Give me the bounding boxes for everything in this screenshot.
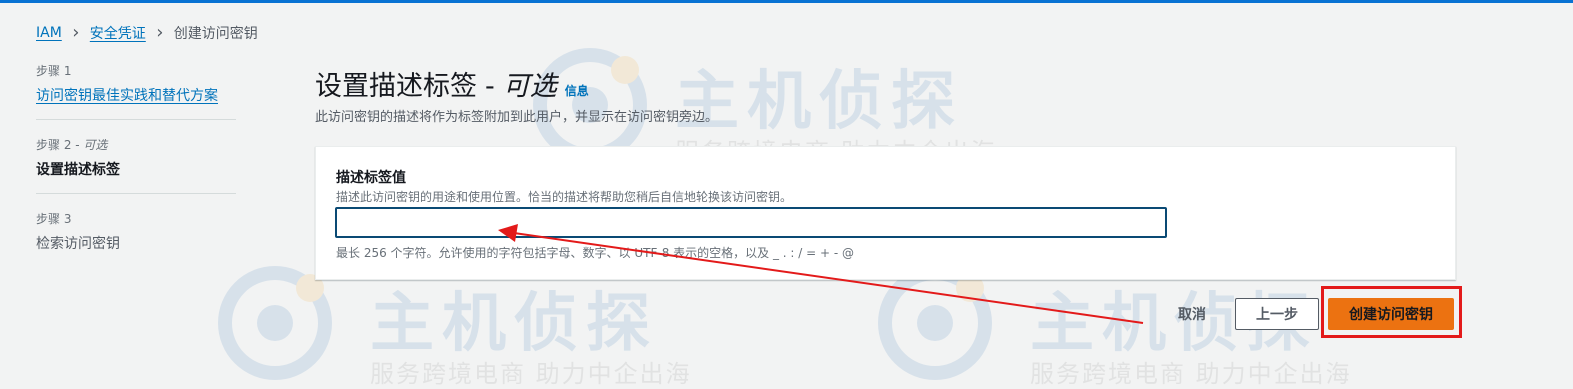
step-link-best-practices[interactable]: 访问密钥最佳实践和替代方案: [36, 88, 218, 104]
breadcrumb-security-credentials[interactable]: 安全凭证: [90, 23, 146, 43]
watermark-slogan: 服务跨境电商 助力中企出海: [1030, 360, 1352, 388]
chevron-right-icon: ›: [156, 22, 164, 43]
field-label: 描述标签值: [336, 170, 406, 186]
wizard-step-1: 步骤 1 访问密钥最佳实践和替代方案: [36, 62, 236, 120]
wizard-step-2: 步骤 2 - 可选 设置描述标签: [36, 136, 236, 194]
page-title-text: 设置描述标签: [315, 71, 477, 102]
breadcrumb: IAM › 安全凭证 › 创建访问密钥: [36, 23, 258, 43]
previous-button[interactable]: 上一步: [1235, 298, 1319, 330]
breadcrumb-iam[interactable]: IAM: [36, 25, 62, 41]
step-number: 步骤 2 - 可选: [36, 136, 236, 153]
description-tag-panel: 描述标签值 描述此访问密钥的用途和使用位置。恰当的描述将帮助您稍后自信地轮换该访…: [315, 146, 1456, 280]
breadcrumb-current: 创建访问密钥: [173, 26, 258, 42]
watermark-brand: 主机侦探: [675, 65, 963, 139]
step-current-label: 设置描述标签: [36, 162, 120, 178]
step-number: 步骤 1: [36, 64, 72, 78]
step-number: 步骤 3: [36, 212, 72, 226]
step-number-text: 步骤 2 -: [36, 138, 84, 152]
info-link[interactable]: 信息: [565, 82, 589, 99]
cancel-button[interactable]: 取消: [1162, 298, 1222, 330]
field-constraint: 最长 256 个字符。允许使用的字符包括字母、数字、以 UTF-8 表示的空格，…: [336, 246, 855, 260]
page-title: 设置描述标签 - 可选 信息: [315, 64, 589, 103]
top-accent-bar: [0, 0, 1573, 3]
wizard-steps: 步骤 1 访问密钥最佳实践和替代方案 步骤 2 - 可选 设置描述标签 步骤 3…: [36, 62, 236, 283]
wizard-step-3: 步骤 3 检索访问密钥: [36, 210, 236, 267]
step-optional: 可选: [83, 138, 108, 152]
page-title-separator: -: [485, 71, 495, 102]
watermark-brand: 主机侦探: [370, 287, 658, 361]
watermark-slogan: 服务跨境电商 助力中企出海: [370, 360, 692, 388]
create-access-key-button[interactable]: 创建访问密钥: [1328, 298, 1454, 330]
step-label: 检索访问密钥: [36, 236, 120, 252]
chevron-right-icon: ›: [72, 22, 80, 43]
page-title-optional: 可选: [502, 71, 557, 102]
page-description: 此访问密钥的描述将作为标签附加到此用户，并显示在访问密钥旁边。: [315, 110, 719, 125]
field-description: 描述此访问密钥的用途和使用位置。恰当的描述将帮助您稍后自信地轮换该访问密钥。: [336, 190, 793, 204]
description-tag-input[interactable]: [335, 207, 1167, 238]
